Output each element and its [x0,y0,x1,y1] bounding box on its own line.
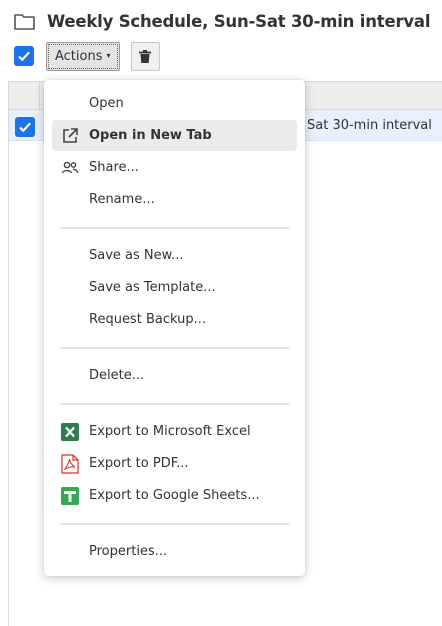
actions-label: Actions [55,48,103,64]
menu-divider [60,523,289,525]
menu-item-export-google-sheets[interactable]: Export to Google Sheets... [52,480,297,511]
google-sheets-icon [60,486,80,506]
menu-item-open-new-tab[interactable]: Open in New Tab [52,120,297,151]
checkmark-icon [19,122,32,133]
pdf-icon [60,454,80,474]
menu-item-label: Open in New Tab [89,128,212,143]
folder-icon [14,13,35,30]
actions-dropdown-button[interactable]: Actions ▾ [46,41,120,71]
actions-menu: Open Open in New Tab Share... Rename... … [44,80,305,576]
row-checkbox[interactable] [15,117,35,137]
menu-item-request-backup[interactable]: Request Backup... [52,304,297,335]
row-name[interactable]: Sat 30-min interval [307,118,432,133]
column-divider [39,82,40,110]
menu-item-label: Open [89,96,124,111]
menu-item-label: Rename... [89,192,155,207]
toolbar: Actions ▾ [14,41,160,71]
menu-item-export-excel[interactable]: Export to Microsoft Excel [52,416,297,447]
menu-item-label: Share... [89,160,139,175]
menu-divider [60,347,289,349]
menu-item-properties[interactable]: Properties... [52,536,297,567]
menu-item-delete[interactable]: Delete... [52,360,297,391]
menu-item-share[interactable]: Share... [52,152,297,183]
external-link-icon [60,126,80,146]
menu-item-label: Export to PDF... [89,456,189,471]
trash-icon [139,49,152,63]
menu-item-save-as-template[interactable]: Save as Template... [52,272,297,303]
excel-icon [60,422,80,442]
delete-button[interactable] [130,41,160,71]
caret-down-icon: ▾ [106,51,111,60]
menu-item-label: Request Backup... [89,312,206,327]
menu-item-label: Properties... [89,544,168,559]
menu-item-rename[interactable]: Rename... [52,184,297,215]
menu-item-label: Export to Google Sheets... [89,488,260,503]
menu-item-export-pdf[interactable]: Export to PDF... [52,448,297,479]
menu-divider [60,403,289,405]
menu-divider [60,227,289,229]
menu-item-label: Export to Microsoft Excel [89,424,251,439]
checkmark-icon [18,51,31,62]
menu-item-label: Save as Template... [89,280,216,295]
menu-item-label: Save as New... [89,248,184,263]
menu-item-save-as-new[interactable]: Save as New... [52,240,297,271]
select-all-checkbox[interactable] [14,46,34,66]
menu-item-label: Delete... [89,368,145,383]
page-header: Weekly Schedule, Sun-Sat 30-min interval [14,10,431,32]
page-title: Weekly Schedule, Sun-Sat 30-min interval [47,11,431,31]
users-icon [60,158,80,178]
menu-item-open[interactable]: Open [52,88,297,119]
